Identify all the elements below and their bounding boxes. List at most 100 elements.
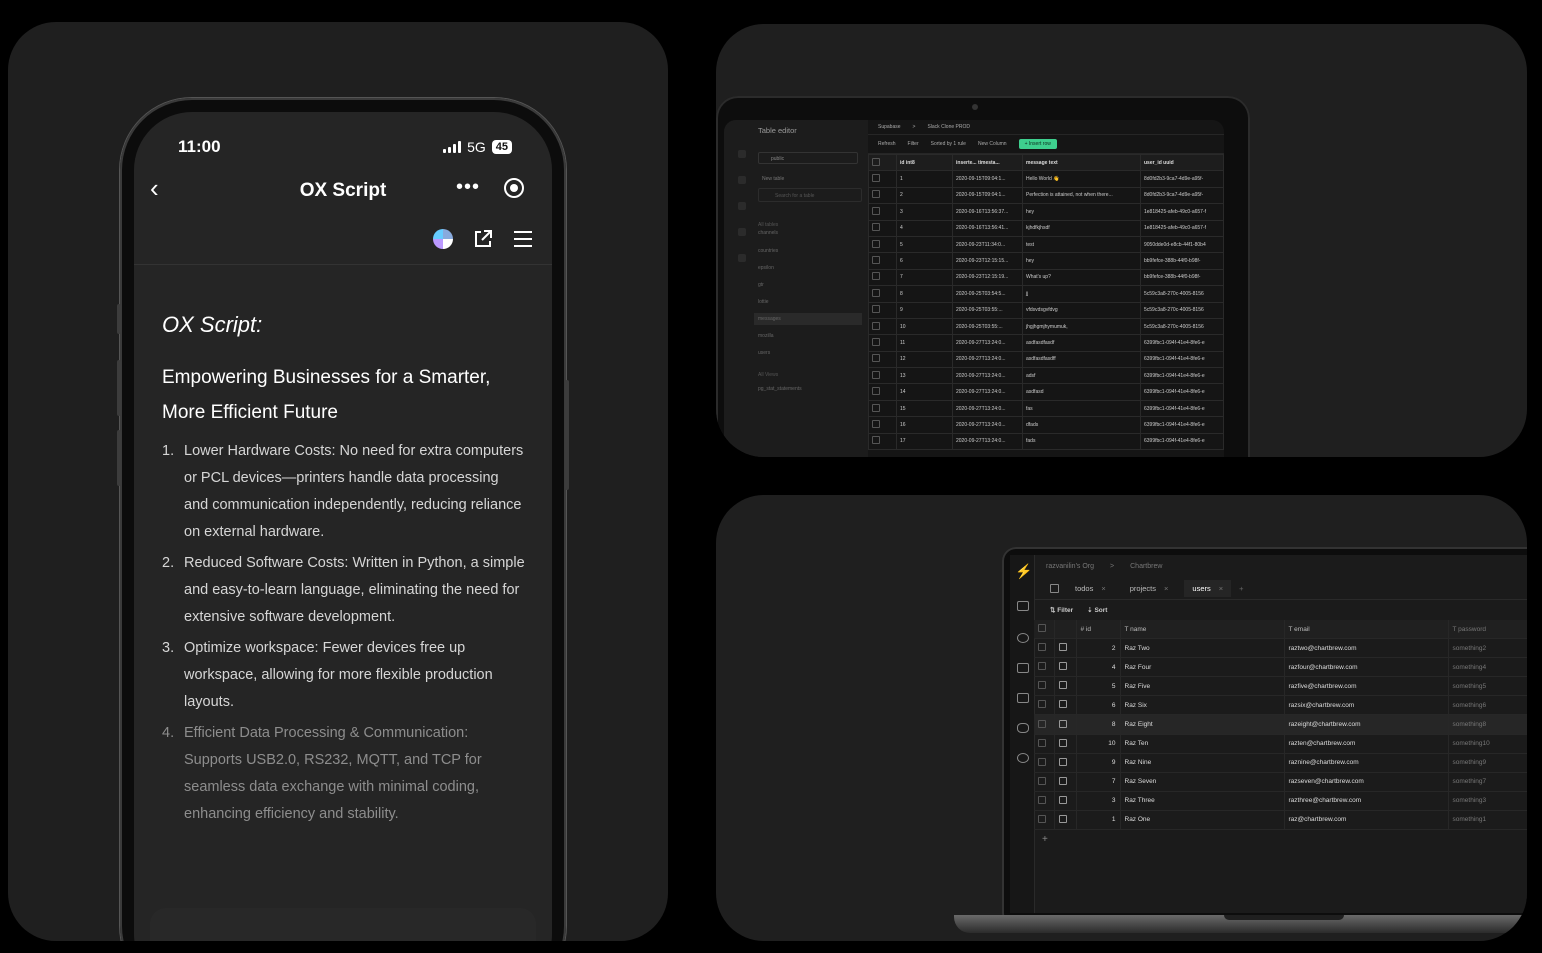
table-cell[interactable]: 1e818425-afeb-49c0-a657-f — [1140, 203, 1224, 221]
table-cell[interactable]: 2020-09-16T13:56:41... — [952, 219, 1023, 237]
tab-todos[interactable]: todos × — [1067, 580, 1114, 597]
filter-button[interactable]: Filter — [908, 141, 919, 147]
table-cell[interactable]: asdfasdfasdf — [1022, 334, 1141, 352]
row-checkbox[interactable] — [868, 367, 897, 385]
cell-email[interactable]: raz@chartbrew.com — [1284, 810, 1449, 831]
column-header-password[interactable]: T password — [1448, 620, 1527, 640]
cell-id[interactable]: 8 — [1076, 714, 1121, 735]
cell-password[interactable]: something8 — [1448, 714, 1527, 735]
row-checkbox[interactable] — [1034, 714, 1055, 735]
edit-icon[interactable] — [1054, 734, 1077, 754]
table-cell[interactable]: 14 — [896, 383, 953, 401]
cell-name[interactable]: Raz Four — [1120, 657, 1285, 678]
users-icon[interactable] — [1017, 633, 1029, 643]
table-cell[interactable]: 2020-09-16T13:56:37... — [952, 203, 1023, 221]
table-row[interactable]: 8 Raz Eight razeight@chartbrew.com somethin… — [1034, 714, 1527, 735]
table-row[interactable]: 12 2020-09-27T13:24:0... asdfasdfasdff 6399… — [868, 350, 1224, 369]
filter-button[interactable]: ⇅ Filter — [1050, 606, 1073, 614]
table-row[interactable]: 1 Raz One raz@chartbrew.com something1 — [1034, 810, 1527, 831]
column-header-id[interactable]: # id — [1076, 620, 1121, 640]
table-cell[interactable]: 5c59c3a8-270c-4005-8156 — [1140, 301, 1224, 319]
cell-id[interactable]: 2 — [1076, 638, 1121, 659]
table-cell[interactable]: 8d0fd2b3-9ca7-4d9e-a95f- — [1140, 186, 1224, 205]
row-checkbox[interactable] — [868, 301, 897, 319]
cell-id[interactable]: 10 — [1076, 734, 1121, 754]
sidebar-toggle-icon[interactable] — [1050, 583, 1059, 593]
table-cell[interactable]: Perfection is attained, not when there..… — [1022, 186, 1141, 205]
table-cell[interactable]: 5c59c3a8-270c-4005-8156 — [1140, 285, 1224, 303]
sidebar-item-messages[interactable]: messages — [754, 313, 862, 325]
table-cell[interactable]: adsf — [1022, 367, 1141, 385]
cell-email[interactable]: razsix@chartbrew.com — [1284, 695, 1449, 716]
insert-row-button[interactable]: + Insert row — [1018, 139, 1057, 149]
table-search-input[interactable]: Search for a table — [758, 188, 862, 202]
sidebar-item-lottie[interactable]: lottie — [758, 299, 769, 305]
cell-name[interactable]: Raz Eight — [1120, 714, 1285, 735]
table-cell[interactable]: fads — [1022, 432, 1141, 451]
table-row[interactable]: 2 2020-09-15T09:04:1... Perfection is atta… — [868, 186, 1224, 205]
sidebar-item-gtr[interactable]: gtr — [758, 282, 764, 288]
table-cell[interactable]: kjhdfkjhsdf — [1022, 219, 1141, 237]
column-header[interactable]: inserte... timesta... — [952, 153, 1023, 172]
column-header[interactable]: id int8 — [896, 153, 953, 172]
sort-button[interactable]: Sorted by 1 rule — [931, 141, 966, 147]
select-all-checkbox[interactable] — [868, 153, 897, 172]
cell-password[interactable]: something4 — [1448, 657, 1527, 678]
tab-users[interactable]: users × — [1184, 579, 1232, 597]
gear-icon[interactable] — [1017, 753, 1029, 763]
edit-icon[interactable] — [1054, 676, 1077, 697]
table-cell[interactable]: 2020-09-27T13:24:0... — [952, 334, 1023, 352]
cell-password[interactable]: something2 — [1448, 638, 1527, 659]
edit-icon[interactable] — [1054, 810, 1077, 831]
cell-name[interactable]: Raz One — [1120, 810, 1285, 831]
table-row[interactable]: 7 2020-09-23T12:15:19... What's up? bb9fefc… — [868, 268, 1224, 287]
table-cell[interactable]: 9 — [896, 301, 953, 319]
cell-email[interactable]: razten@chartbrew.com — [1284, 734, 1449, 754]
add-row-button[interactable]: + — [1034, 830, 1527, 849]
table-cell[interactable]: 2020-09-27T13:24:0... — [952, 367, 1023, 385]
table-cell[interactable]: hey — [1022, 203, 1141, 221]
row-checkbox[interactable] — [868, 252, 897, 270]
row-checkbox[interactable] — [868, 268, 897, 287]
tab-projects[interactable]: projects × — [1122, 580, 1177, 597]
table-cell[interactable]: 15 — [896, 399, 953, 418]
table-cell[interactable]: 8d0fd2b3-9ca7-4d9e-a95f- — [1140, 170, 1224, 188]
row-checkbox[interactable] — [868, 285, 897, 303]
table-cell[interactable]: 8 — [896, 285, 953, 303]
table-row[interactable]: 13 2020-09-27T13:24:0... adsf 6399fbc1-094f… — [868, 367, 1224, 385]
row-checkbox[interactable] — [868, 317, 897, 336]
table-cell[interactable]: test — [1022, 235, 1141, 254]
cell-name[interactable]: Raz Five — [1120, 676, 1285, 697]
sidebar-item-pg-stat-statements[interactable]: pg_stat_statements — [758, 386, 802, 392]
cell-id[interactable]: 7 — [1076, 772, 1121, 792]
table-cell[interactable]: 2 — [896, 186, 953, 205]
table-cell[interactable]: 2020-09-25T03:54:5... — [952, 285, 1023, 303]
table-cell[interactable]: 12 — [896, 350, 953, 369]
cell-email[interactable]: razthree@chartbrew.com — [1284, 791, 1449, 811]
sidebar-item-epsilon[interactable]: epsilon — [758, 265, 774, 271]
table-cell[interactable]: 11 — [896, 334, 953, 352]
table-cell[interactable]: 2020-09-23T12:15:15... — [952, 252, 1023, 270]
table-row[interactable]: 5 2020-09-23T11:34:0... test 9050dde0d-e8cb… — [868, 235, 1224, 254]
record-icon[interactable] — [504, 178, 524, 198]
table-row[interactable]: 3 Raz Three razthree@chartbrew.com somethin… — [1034, 791, 1527, 811]
cell-email[interactable]: razseven@chartbrew.com — [1284, 772, 1449, 792]
edit-icon[interactable] — [1054, 791, 1077, 811]
table-cell[interactable]: 3 — [896, 203, 953, 221]
table-cell[interactable]: 2020-09-27T13:24:0... — [952, 416, 1023, 434]
table-cell[interactable]: bb9fefce-388b-44f0-b98f- — [1140, 252, 1224, 270]
cell-password[interactable]: something5 — [1448, 676, 1527, 697]
table-row[interactable]: 3 2020-09-16T13:56:37... hey 1e818425-afeb-… — [868, 203, 1224, 221]
cell-password[interactable]: something10 — [1448, 734, 1527, 754]
row-checkbox[interactable] — [1034, 753, 1055, 773]
table-cell[interactable]: 2020-09-25T03:55:... — [952, 301, 1023, 319]
table-cell[interactable]: jhgjhgmjhymumuk, — [1022, 317, 1141, 336]
table-cell[interactable]: 10 — [896, 317, 953, 336]
edit-icon[interactable] — [1054, 638, 1077, 659]
table-cell[interactable]: What's up? — [1022, 268, 1141, 287]
breadcrumb-item[interactable]: Chartbrew — [1130, 563, 1162, 570]
cell-name[interactable]: Raz Six — [1120, 695, 1285, 716]
cell-name[interactable]: Raz Seven — [1120, 772, 1285, 792]
table-row[interactable]: 16 2020-09-27T13:24:0... dfads 6399fbc1-094… — [868, 416, 1224, 434]
row-checkbox[interactable] — [1034, 657, 1055, 678]
